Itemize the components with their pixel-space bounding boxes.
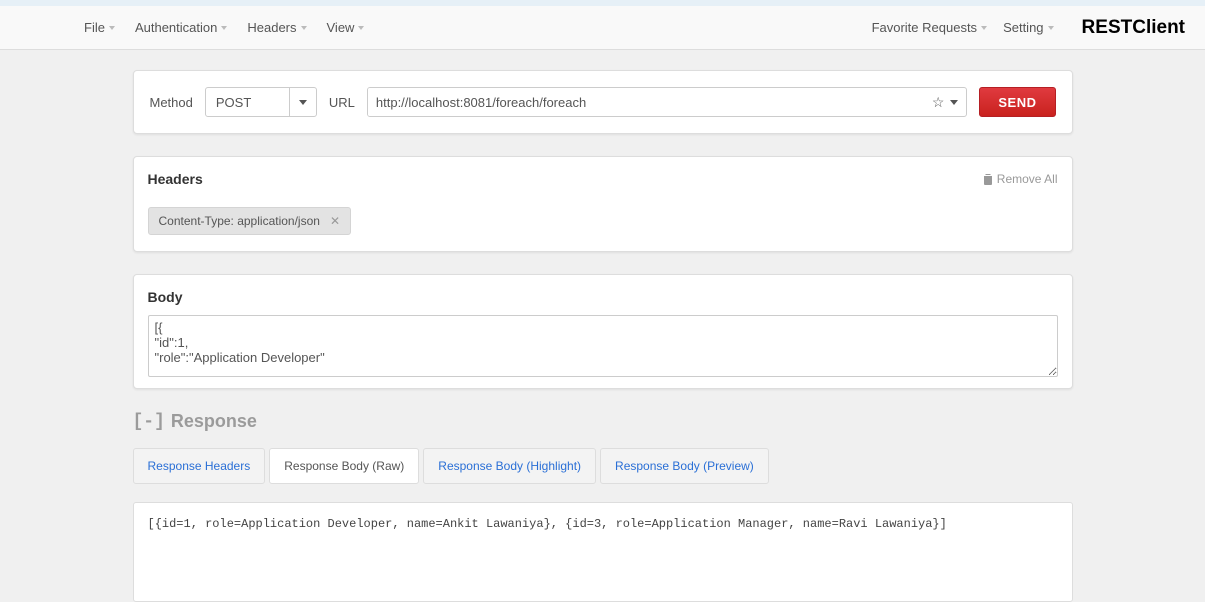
body-panel: Body [133, 274, 1073, 389]
chevron-down-icon [1048, 26, 1054, 30]
menu-view-label: View [327, 20, 355, 35]
chevron-down-icon[interactable] [950, 100, 958, 105]
star-icon[interactable]: ☆ [932, 94, 945, 111]
method-select[interactable]: POST [205, 87, 317, 117]
body-textarea[interactable] [148, 315, 1058, 377]
tab-response-headers[interactable]: Response Headers [133, 448, 266, 484]
brand-title: RESTClient [1082, 17, 1185, 39]
headers-panel: Headers Remove All Content-Type: applica… [133, 156, 1073, 252]
header-chip-label: Content-Type: application/json [159, 214, 320, 228]
send-button[interactable]: SEND [979, 87, 1055, 117]
url-input[interactable] [368, 88, 924, 116]
remove-all-button[interactable]: Remove All [983, 172, 1058, 186]
menu-left: File Authentication Headers View [76, 16, 372, 39]
content: Method POST URL ☆ SEND Headers Remove Al… [0, 50, 1205, 602]
chevron-down-icon [301, 26, 307, 30]
menu-setting-label: Setting [1003, 20, 1043, 35]
chevron-down-icon [289, 87, 317, 117]
menubar: File Authentication Headers View Favorit… [0, 6, 1205, 50]
close-icon[interactable]: ✕ [330, 214, 340, 228]
trash-icon [983, 173, 993, 185]
url-label: URL [329, 95, 355, 110]
menu-headers-label: Headers [247, 20, 296, 35]
chevron-down-icon [358, 26, 364, 30]
response-header: [-] Response [133, 411, 1073, 432]
response-title: Response [171, 411, 257, 432]
menu-authentication[interactable]: Authentication [127, 16, 235, 39]
tab-response-body-preview[interactable]: Response Body (Preview) [600, 448, 769, 484]
response-section: [-] Response Response Headers Response B… [133, 411, 1073, 602]
menu-headers[interactable]: Headers [239, 16, 314, 39]
chevron-down-icon [981, 26, 987, 30]
menu-auth-label: Authentication [135, 20, 217, 35]
menu-view[interactable]: View [319, 16, 373, 39]
chevron-down-icon [109, 26, 115, 30]
menu-fav-label: Favorite Requests [872, 20, 978, 35]
request-panel: Method POST URL ☆ SEND [133, 70, 1073, 134]
headers-title-row: Headers Remove All [148, 171, 1058, 187]
response-tabs: Response Headers Response Body (Raw) Res… [133, 448, 1073, 484]
collapse-toggle[interactable]: [-] [133, 412, 165, 432]
url-field-wrap: ☆ [367, 87, 967, 117]
response-body: [{id=1, role=Application Developer, name… [133, 502, 1073, 602]
header-chip[interactable]: Content-Type: application/json ✕ [148, 207, 352, 235]
body-title: Body [148, 289, 1058, 305]
tab-response-body-highlight[interactable]: Response Body (Highlight) [423, 448, 596, 484]
menu-setting[interactable]: Setting [995, 16, 1061, 39]
url-icons: ☆ [924, 94, 967, 111]
menu-file[interactable]: File [76, 16, 123, 39]
method-label: Method [150, 95, 193, 110]
chevron-down-icon [221, 26, 227, 30]
tab-response-body-raw[interactable]: Response Body (Raw) [269, 448, 419, 484]
headers-title: Headers [148, 171, 203, 187]
menu-file-label: File [84, 20, 105, 35]
menu-favorite-requests[interactable]: Favorite Requests [864, 16, 996, 39]
remove-all-label: Remove All [997, 172, 1058, 186]
